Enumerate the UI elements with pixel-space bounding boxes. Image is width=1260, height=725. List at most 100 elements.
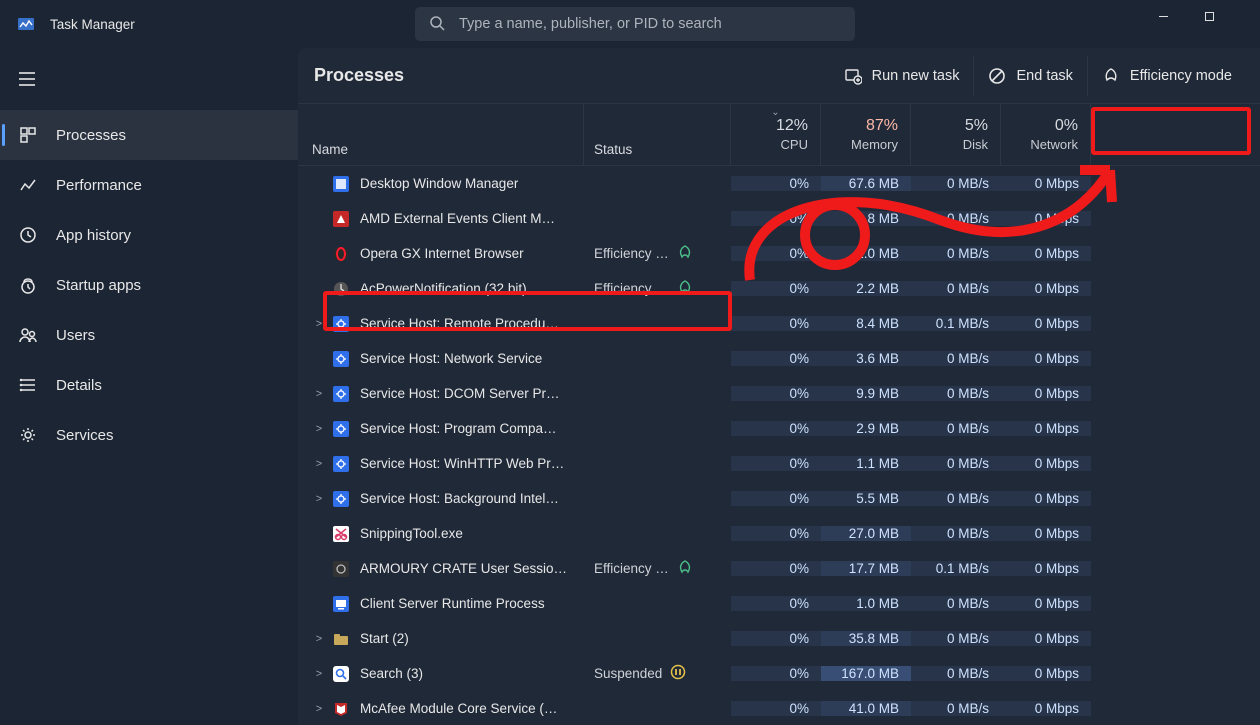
process-row[interactable]: Client Server Runtime Process 0% 1.0 MB … <box>298 586 1260 621</box>
sidebar-item-app-history[interactable]: App history <box>0 210 298 260</box>
process-name: Start (2) <box>360 631 409 646</box>
disk-cell: 0 MB/s <box>911 456 1001 471</box>
efficiency-mode-icon <box>1102 67 1120 85</box>
run-new-task-button[interactable]: Run new task <box>830 56 974 96</box>
process-row[interactable]: SnippingTool.exe 0% 27.0 MB 0 MB/s 0 Mbp… <box>298 516 1260 551</box>
memory-cell: 8.4 MB <box>821 316 911 331</box>
expander-icon[interactable]: > <box>310 633 328 645</box>
disk-cell: 0.1 MB/s <box>911 316 1001 331</box>
process-row[interactable]: > McAfee Module Core Service (… 0% 41.0 … <box>298 691 1260 725</box>
sidebar-item-label: Startup apps <box>56 277 141 294</box>
process-name: Service Host: Network Service <box>360 351 542 366</box>
sidebar-item-startup-apps[interactable]: Startup apps <box>0 260 298 310</box>
page-heading: Processes <box>314 65 830 86</box>
process-icon <box>332 350 350 368</box>
sidebar-item-label: Processes <box>56 127 126 144</box>
col-network[interactable]: 0% Network <box>1001 104 1091 165</box>
expander-icon[interactable]: > <box>310 388 328 400</box>
expander-icon[interactable]: > <box>310 458 328 470</box>
process-row[interactable]: > Service Host: Program Compa… 0% 2.9 MB… <box>298 411 1260 446</box>
process-row[interactable]: > Service Host: DCOM Server Pr… 0% 9.9 M… <box>298 376 1260 411</box>
disk-cell: 0 MB/s <box>911 281 1001 296</box>
network-cell: 0 Mbps <box>1001 281 1091 296</box>
sidebar-item-label: Details <box>56 377 102 394</box>
process-icon <box>332 560 350 578</box>
memory-cell: 35.8 MB <box>821 631 911 646</box>
col-memory[interactable]: 87% Memory <box>821 104 911 165</box>
expander-icon[interactable]: > <box>310 703 328 715</box>
process-icon <box>332 385 350 403</box>
cpu-cell: 0% <box>731 351 821 366</box>
cpu-cell: 0% <box>731 176 821 191</box>
process-icon <box>332 630 350 648</box>
sidebar-item-performance[interactable]: Performance <box>0 160 298 210</box>
network-cell: 0 Mbps <box>1001 421 1091 436</box>
network-cell: 0 Mbps <box>1001 491 1091 506</box>
process-name: AcPowerNotification (32 bit) <box>360 281 527 296</box>
cpu-cell: 0% <box>731 386 821 401</box>
process-row[interactable]: AcPowerNotification (32 bit) Efficiency … <box>298 271 1260 306</box>
details-icon <box>18 375 38 395</box>
process-row[interactable]: AMD External Events Client M… 0% 1.8 MB … <box>298 201 1260 236</box>
cpu-cell: 0% <box>731 631 821 646</box>
sidebar-item-label: Performance <box>56 177 142 194</box>
memory-cell: 1.8 MB <box>821 211 911 226</box>
process-name: Service Host: Program Compa… <box>360 421 557 436</box>
hamburger-button[interactable] <box>4 56 50 102</box>
sidebar-item-details[interactable]: Details <box>0 360 298 410</box>
sidebar-item-users[interactable]: Users <box>0 310 298 360</box>
process-row[interactable]: Desktop Window Manager 0% 67.6 MB 0 MB/s… <box>298 166 1260 201</box>
process-row[interactable]: > Service Host: Remote Procedu… 0% 8.4 M… <box>298 306 1260 341</box>
sidebar-item-label: Services <box>56 427 114 444</box>
expander-icon[interactable]: > <box>310 668 328 680</box>
app-history-icon <box>18 225 38 245</box>
search-icon <box>429 15 445 34</box>
process-row[interactable]: > Search (3) Suspended 0% 167.0 MB 0 MB/… <box>298 656 1260 691</box>
process-icon <box>332 700 350 718</box>
network-cell: 0 Mbps <box>1001 176 1091 191</box>
process-name: ARMOURY CRATE User Sessio… <box>360 561 567 576</box>
disk-cell: 0 MB/s <box>911 701 1001 716</box>
process-icon <box>332 210 350 228</box>
process-icon <box>332 420 350 438</box>
efficiency-mode-label: Efficiency mode <box>1130 68 1232 84</box>
memory-cell: 2.9 MB <box>821 421 911 436</box>
col-status[interactable]: Status <box>584 104 731 165</box>
search-box[interactable] <box>415 7 855 41</box>
process-row[interactable]: Opera GX Internet Browser Efficiency … 0… <box>298 236 1260 271</box>
search-input[interactable] <box>459 16 841 32</box>
memory-cell: 1.1 MB <box>821 456 911 471</box>
process-row[interactable]: > Service Host: Background Intel… 0% 5.5… <box>298 481 1260 516</box>
expander-icon[interactable]: > <box>310 318 328 330</box>
process-icon <box>332 315 350 333</box>
process-row[interactable]: > Service Host: WinHTTP Web Pr… 0% 1.1 M… <box>298 446 1260 481</box>
process-status: Efficiency … <box>594 281 669 296</box>
disk-cell: 0 MB/s <box>911 351 1001 366</box>
col-cpu[interactable]: ⌄ 12% CPU <box>731 104 821 165</box>
run-new-task-label: Run new task <box>872 68 960 84</box>
window-controls <box>1140 0 1260 48</box>
expander-icon[interactable]: > <box>310 423 328 435</box>
process-row[interactable]: ARMOURY CRATE User Sessio… Efficiency … … <box>298 551 1260 586</box>
end-task-button[interactable]: End task <box>973 56 1086 96</box>
process-name: Client Server Runtime Process <box>360 596 545 611</box>
memory-cell: 17.7 MB <box>821 561 911 576</box>
process-row[interactable]: > Start (2) 0% 35.8 MB 0 MB/s 0 Mbps <box>298 621 1260 656</box>
disk-cell: 0 MB/s <box>911 666 1001 681</box>
sidebar-item-processes[interactable]: Processes <box>0 110 298 160</box>
cpu-cell: 0% <box>731 596 821 611</box>
minimize-button[interactable] <box>1140 0 1186 32</box>
col-disk[interactable]: 5% Disk <box>911 104 1001 165</box>
col-name[interactable]: Name <box>298 104 584 165</box>
table-header[interactable]: Name Status ⌄ 12% CPU 87% Memory 5% Disk… <box>298 104 1260 166</box>
network-cell: 0 Mbps <box>1001 246 1091 261</box>
network-cell: 0 Mbps <box>1001 351 1091 366</box>
sidebar-item-services[interactable]: Services <box>0 410 298 460</box>
expander-icon[interactable]: > <box>310 493 328 505</box>
memory-cell: 167.0 MB <box>821 666 911 681</box>
process-row[interactable]: Service Host: Network Service 0% 3.6 MB … <box>298 341 1260 376</box>
efficiency-mode-button[interactable]: Efficiency mode <box>1087 56 1246 96</box>
maximize-button[interactable] <box>1186 0 1232 32</box>
network-cell: 0 Mbps <box>1001 386 1091 401</box>
process-status: Efficiency … <box>594 246 669 261</box>
